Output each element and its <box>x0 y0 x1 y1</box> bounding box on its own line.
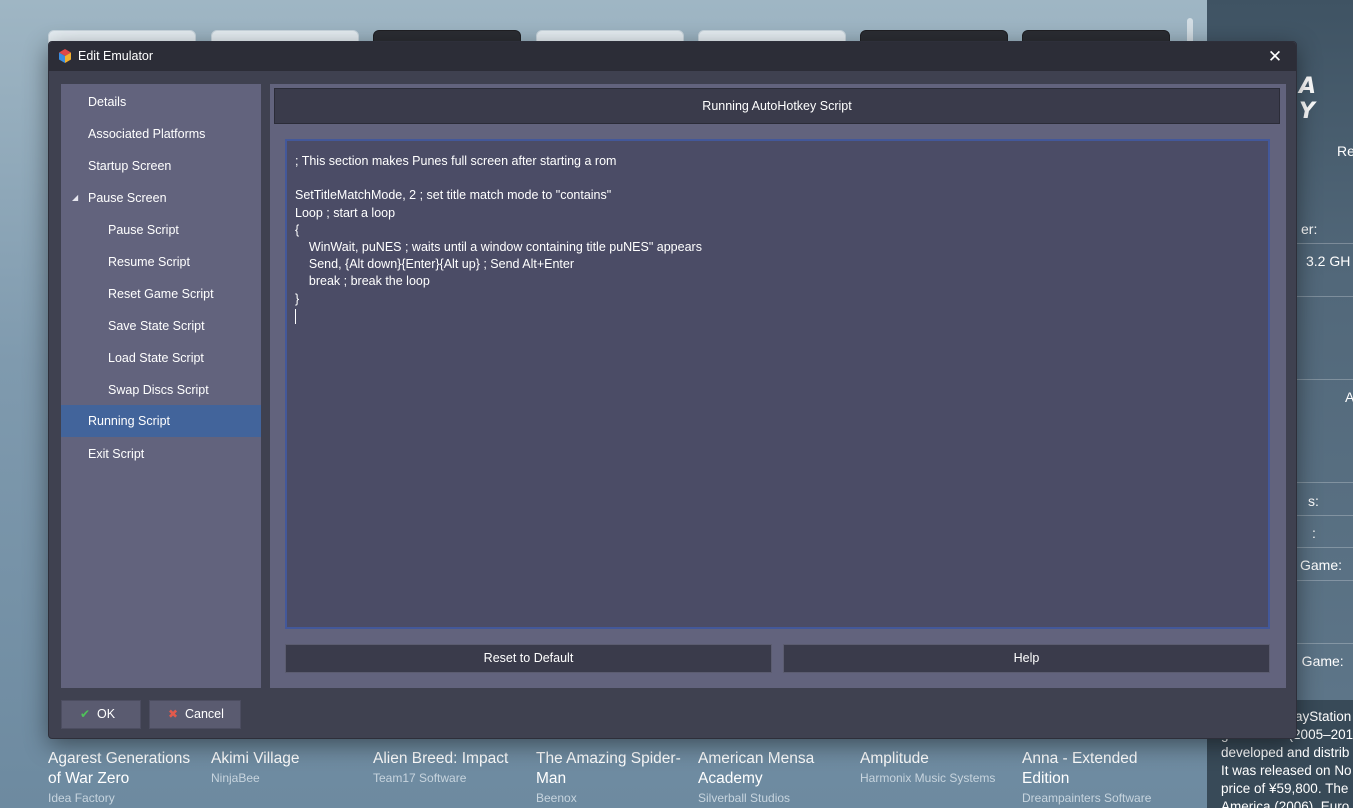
edit-emulator-dialog: Edit Emulator ✕ Details Associated Platf… <box>48 41 1297 739</box>
code-line: ; This section makes Punes full screen a… <box>295 154 617 168</box>
sidebar-item-pause-script[interactable]: Pause Script <box>61 214 261 246</box>
sidebar-item-load-state-script[interactable]: Load State Script <box>61 342 261 374</box>
reset-to-default-button[interactable]: Reset to Default <box>285 644 772 673</box>
game-tile[interactable]: Agarest Generations of War Zero Idea Fac… <box>48 749 198 806</box>
code-line: WinWait, puNES ; waits until a window co… <box>295 239 702 254</box>
game-title-line: Agarest Generations <box>48 750 191 767</box>
game-title-line: Amplitude <box>860 750 929 767</box>
details-label: d Game: <box>1290 653 1344 669</box>
description-line: America (2006). Euro <box>1221 799 1350 808</box>
cancel-button[interactable]: ✖ Cancel <box>149 700 241 729</box>
game-developer: Idea Factory <box>48 791 115 805</box>
game-developer: Team17 Software <box>373 771 467 785</box>
game-tile[interactable]: American Mensa Academy Silverball Studio… <box>698 749 848 806</box>
sidebar-item-swap-discs-script[interactable]: Swap Discs Script <box>61 374 261 406</box>
game-title-line: The Amazing Spider- <box>536 750 681 767</box>
game-title-line: American Mensa <box>698 750 815 767</box>
code-line: break ; break the loop <box>295 274 430 289</box>
game-tile[interactable]: Anna - Extended Edition Dreampainters So… <box>1022 749 1172 806</box>
game-title-line: Man <box>536 770 567 787</box>
game-developer: Harmonix Music Systems <box>860 771 996 785</box>
description-line: developed and distrib <box>1221 745 1350 760</box>
sidebar-item-resume-script[interactable]: Resume Script <box>61 246 261 278</box>
sidebar-item-label: Resume Script <box>108 255 190 269</box>
settings-sidebar: Details Associated Platforms Startup Scr… <box>61 84 261 688</box>
sidebar-item-save-state-script[interactable]: Save State Script <box>61 310 261 342</box>
help-button[interactable]: Help <box>783 644 1270 673</box>
ok-button-label: OK <box>97 707 116 721</box>
game-developer: Dreampainters Software <box>1022 791 1152 805</box>
details-label: er: <box>1301 221 1318 237</box>
sidebar-item-associated-platforms[interactable]: Associated Platforms <box>61 118 261 150</box>
cancel-button-label: Cancel <box>185 707 224 721</box>
launchbox-app-icon <box>59 49 71 63</box>
game-title-line: Akimi Village <box>211 750 300 767</box>
sidebar-item-label: Exit Script <box>88 447 145 461</box>
code-line: } <box>295 291 300 306</box>
code-line: { <box>295 222 300 237</box>
cancel-x-icon: ✖ <box>168 707 179 721</box>
code-line: SetTitleMatchMode, 2 ; set title match m… <box>295 188 612 203</box>
details-label: : <box>1312 525 1316 541</box>
details-text: Re <box>1337 143 1353 159</box>
code-line <box>295 308 1260 325</box>
game-title-line: of War Zero <box>48 770 130 787</box>
platform-logo: A Y <box>1299 74 1323 124</box>
script-panel: Running AutoHotkey Script ; This section… <box>270 84 1286 688</box>
checkmark-icon: ✔ <box>80 707 91 721</box>
details-value: 3.2 GH <box>1306 253 1351 269</box>
game-tile[interactable]: Amplitude Harmonix Music Systems <box>860 749 1010 786</box>
dialog-titlebar[interactable]: Edit Emulator ✕ <box>49 42 1296 71</box>
game-developer: Beenox <box>536 791 577 805</box>
details-value: A <box>1345 389 1353 405</box>
sidebar-item-label: Startup Screen <box>88 159 172 173</box>
sidebar-item-label: Pause Script <box>108 223 179 237</box>
panel-header: Running AutoHotkey Script <box>274 88 1280 124</box>
details-label: Game: <box>1300 557 1343 573</box>
dialog-title: Edit Emulator <box>78 49 154 63</box>
game-tile[interactable]: The Amazing Spider- Man Beenox <box>536 749 686 806</box>
ok-button[interactable]: ✔ OK <box>61 700 141 729</box>
game-developer: NinjaBee <box>211 771 260 785</box>
description-line: price of ¥59,800. The <box>1221 781 1349 796</box>
code-line: Loop ; start a loop <box>295 205 396 220</box>
text-cursor <box>295 308 296 324</box>
details-label: s: <box>1308 493 1319 509</box>
sidebar-item-startup-screen[interactable]: Startup Screen <box>61 150 261 182</box>
game-title-line: Academy <box>698 770 763 787</box>
expand-triangle-icon[interactable]: ◢ <box>72 182 78 214</box>
sidebar-item-label: Pause Screen <box>88 191 167 205</box>
game-tile[interactable]: Alien Breed: Impact Team17 Software <box>373 749 523 786</box>
sidebar-item-label: Reset Game Script <box>108 287 214 301</box>
sidebar-item-label: Running Script <box>88 414 170 428</box>
script-editor[interactable]: ; This section makes Punes full screen a… <box>285 139 1270 629</box>
sidebar-item-running-script[interactable]: Running Script <box>61 405 261 437</box>
sidebar-item-details[interactable]: Details <box>61 86 261 118</box>
description-line: It was released on No <box>1221 763 1352 778</box>
sidebar-item-pause-screen[interactable]: ◢ Pause Screen <box>61 182 261 214</box>
sidebar-item-label: Associated Platforms <box>88 127 206 141</box>
sidebar-item-reset-game-script[interactable]: Reset Game Script <box>61 278 261 310</box>
game-title-line: Anna - Extended <box>1022 750 1138 767</box>
close-icon[interactable]: ✕ <box>1264 46 1286 68</box>
sidebar-item-label: Details <box>88 95 127 109</box>
sidebar-item-label: Save State Script <box>108 319 205 333</box>
sidebar-item-exit-script[interactable]: Exit Script <box>61 438 261 470</box>
game-title-line: Alien Breed: Impact <box>373 750 509 767</box>
game-developer: Silverball Studios <box>698 791 791 805</box>
code-line: Send, {Alt down}{Enter}{Alt up} ; Send A… <box>295 257 575 272</box>
game-title-line: Edition <box>1022 770 1070 787</box>
sidebar-item-label: Swap Discs Script <box>108 383 209 397</box>
sidebar-item-label: Load State Script <box>108 351 204 365</box>
game-tile[interactable]: Akimi Village NinjaBee <box>211 749 361 786</box>
